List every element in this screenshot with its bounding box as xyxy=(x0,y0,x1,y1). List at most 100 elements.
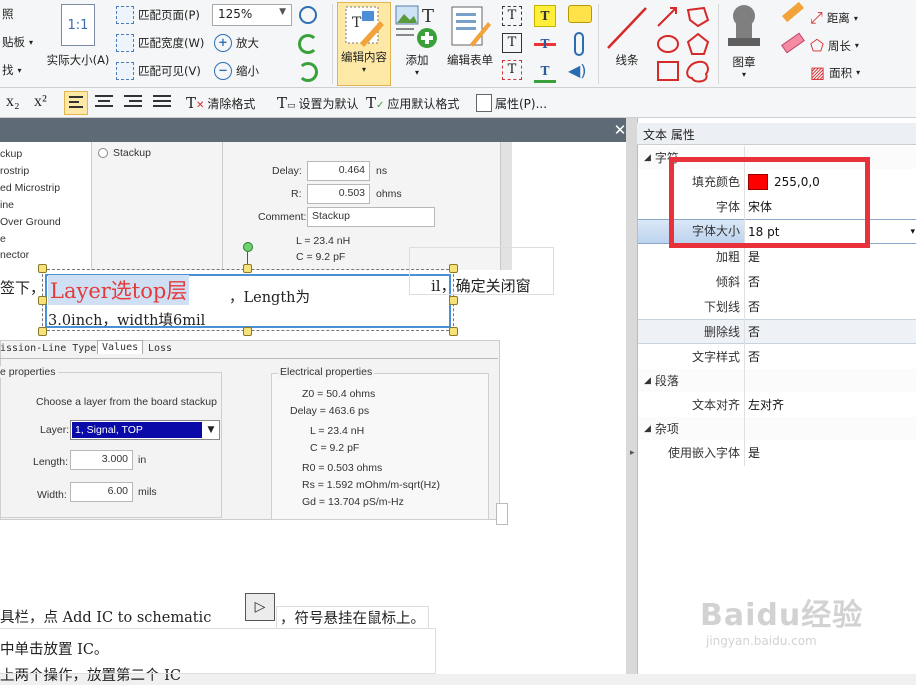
properties-button[interactable]: 属性(P)... xyxy=(476,94,547,112)
rotate-handle[interactable] xyxy=(243,242,253,252)
resize-handle[interactable] xyxy=(38,296,47,305)
play-icon: ▷ xyxy=(245,593,275,621)
resize-handle[interactable] xyxy=(449,264,458,273)
perimeter-button[interactable]: ⬠ 周长 ▾ xyxy=(810,36,859,55)
actual-size-button[interactable]: 1:1 实际大小(A) xyxy=(44,4,112,68)
justify-icon[interactable] xyxy=(153,95,171,111)
subscript-button[interactable]: x₂ xyxy=(6,93,20,111)
zoom-in-label: 放大 xyxy=(236,36,259,50)
width-field[interactable]: 6.00 xyxy=(70,482,133,502)
apply-default-label: 应用默认格式 xyxy=(387,96,460,111)
sound-icon[interactable]: ◀) xyxy=(568,62,592,80)
prop-italic[interactable]: 倾斜否 xyxy=(638,269,916,294)
prop-text-style[interactable]: 文字样式否 xyxy=(638,344,916,369)
list-item[interactable]: ine xyxy=(0,199,14,211)
stamp-button[interactable]: 图章 ▾ xyxy=(722,2,766,79)
fit-visible-button[interactable]: 匹配可见(V) xyxy=(116,62,201,80)
set-default-label: 设置为默认 xyxy=(298,96,359,111)
delay-label: Delay: xyxy=(272,165,302,177)
resize-handle[interactable] xyxy=(449,296,458,305)
area-button[interactable]: ▨ 面积 ▾ xyxy=(810,63,860,82)
shapes-gallery[interactable] xyxy=(654,4,714,86)
list-item[interactable]: rostrip xyxy=(0,165,29,177)
text-callout-icon[interactable]: T xyxy=(502,60,522,80)
small-scroll-box[interactable] xyxy=(496,503,508,525)
zoom-out-label: 缩小 xyxy=(236,64,259,78)
clip-label-3: 找 xyxy=(2,63,14,77)
edit-content-button[interactable]: T 编辑内容 ▾ xyxy=(337,2,391,86)
zoom-magnifier-icon[interactable] xyxy=(299,6,317,24)
resize-handle[interactable] xyxy=(243,264,252,273)
watermark-logo: Baidu经验 xyxy=(700,598,864,633)
fit-width-label: 匹配宽度(W) xyxy=(138,36,205,50)
strikeout-text-icon[interactable]: T xyxy=(534,33,556,55)
zoom-select[interactable]: 125% ▼ xyxy=(212,4,292,26)
length-unit: in xyxy=(138,454,147,466)
tab-values[interactable]: Values xyxy=(97,340,144,354)
comment-field[interactable]: Stackup xyxy=(307,207,435,227)
text-box-icon[interactable]: T xyxy=(502,33,522,53)
gd-value: Gd = 13.704 pS/m-Hz xyxy=(302,496,404,508)
prop-strikethrough[interactable]: 删除线否 xyxy=(638,319,916,344)
splitter-arrow-icon[interactable]: ▸ xyxy=(630,448,635,458)
doc-text-line: 具栏，点 Add IC to schematic xyxy=(0,610,212,626)
resize-handle[interactable] xyxy=(38,327,47,336)
radio-stackup[interactable] xyxy=(98,148,108,158)
apply-default-button[interactable]: T✓ 应用默认格式 xyxy=(366,94,459,112)
highlight-text-icon[interactable]: T xyxy=(534,5,556,27)
resize-handle[interactable] xyxy=(243,327,252,336)
attachment-icon[interactable] xyxy=(574,32,584,56)
clip-item-2[interactable]: 贴板 ▾ xyxy=(2,34,33,50)
polygon-icon xyxy=(686,6,710,28)
resize-handle[interactable] xyxy=(38,264,47,273)
text-field-icon[interactable]: T xyxy=(502,6,522,26)
zoom-in-button[interactable]: + 放大 xyxy=(214,34,259,52)
align-left-icon[interactable] xyxy=(64,91,88,115)
align-right-icon[interactable] xyxy=(124,95,142,111)
distance-button[interactable]: ⤢ 距离 ▾ xyxy=(810,8,858,28)
list-item[interactable]: Over Ground xyxy=(0,216,61,228)
length-field[interactable]: 3.000 xyxy=(70,450,133,470)
length-label: Length: xyxy=(33,456,69,468)
list-item[interactable]: e xyxy=(0,233,6,245)
category-paragraph[interactable]: ◢ 段落 xyxy=(638,369,916,392)
properties-icon xyxy=(476,94,492,112)
line-button[interactable]: 线条 xyxy=(604,4,650,68)
category-misc[interactable]: ◢ 杂项 xyxy=(638,417,916,440)
tab-transmission-line-type[interactable]: ission-Line Type xyxy=(0,343,96,354)
underline-text-icon[interactable]: T xyxy=(534,61,556,83)
list-item[interactable]: nector xyxy=(0,249,29,261)
edit-form-label: 编辑表单 xyxy=(447,53,493,67)
fit-page-button[interactable]: 匹配页面(P) xyxy=(116,6,200,24)
list-item[interactable]: ed Microstrip xyxy=(0,182,60,194)
plus-circle-icon: + xyxy=(214,34,232,52)
align-center-icon[interactable] xyxy=(95,95,113,111)
strikethrough-value: 否 xyxy=(748,325,761,339)
r-field[interactable]: 0.503 xyxy=(307,184,370,204)
list-item[interactable]: ckup xyxy=(0,148,22,160)
prop-underline[interactable]: 下划线否 xyxy=(638,294,916,319)
add-button[interactable]: T 添加 ▾ xyxy=(393,4,441,77)
minus-circle-icon: − xyxy=(214,62,232,80)
clip-item-1[interactable]: 照 xyxy=(2,6,14,22)
inductance-value: L = 23.4 nH xyxy=(296,235,351,247)
layer-select[interactable]: 1, Signal, TOP ▼ xyxy=(70,420,220,440)
fit-width-button[interactable]: 匹配宽度(W) xyxy=(116,34,204,52)
ribbon-separator-3 xyxy=(718,4,719,84)
rotate-left-icon[interactable] xyxy=(298,34,318,54)
clip-item-3[interactable]: 找 ▾ xyxy=(2,62,22,78)
tab-loss[interactable]: Loss xyxy=(148,343,172,354)
delay-field[interactable]: 0.464 xyxy=(307,161,370,181)
set-default-button[interactable]: T▭ 设置为默认 xyxy=(277,94,359,112)
prop-embed-font[interactable]: 使用嵌入字体是 xyxy=(638,440,916,465)
edit-form-button[interactable]: 编辑表单 xyxy=(444,4,496,68)
chevron-down-icon[interactable]: ▾ xyxy=(910,227,916,237)
perimeter-icon: ⬠ xyxy=(810,36,824,55)
rotate-right-icon[interactable] xyxy=(298,62,318,82)
clear-format-button[interactable]: T✕ 清除格式 xyxy=(186,94,255,112)
zoom-out-button[interactable]: − 缩小 xyxy=(214,62,259,80)
prop-text-align[interactable]: 文本对齐 左对齐 xyxy=(638,392,916,417)
resize-handle[interactable] xyxy=(449,327,458,336)
superscript-button[interactable]: x² xyxy=(34,93,47,111)
note-icon[interactable] xyxy=(568,5,592,23)
